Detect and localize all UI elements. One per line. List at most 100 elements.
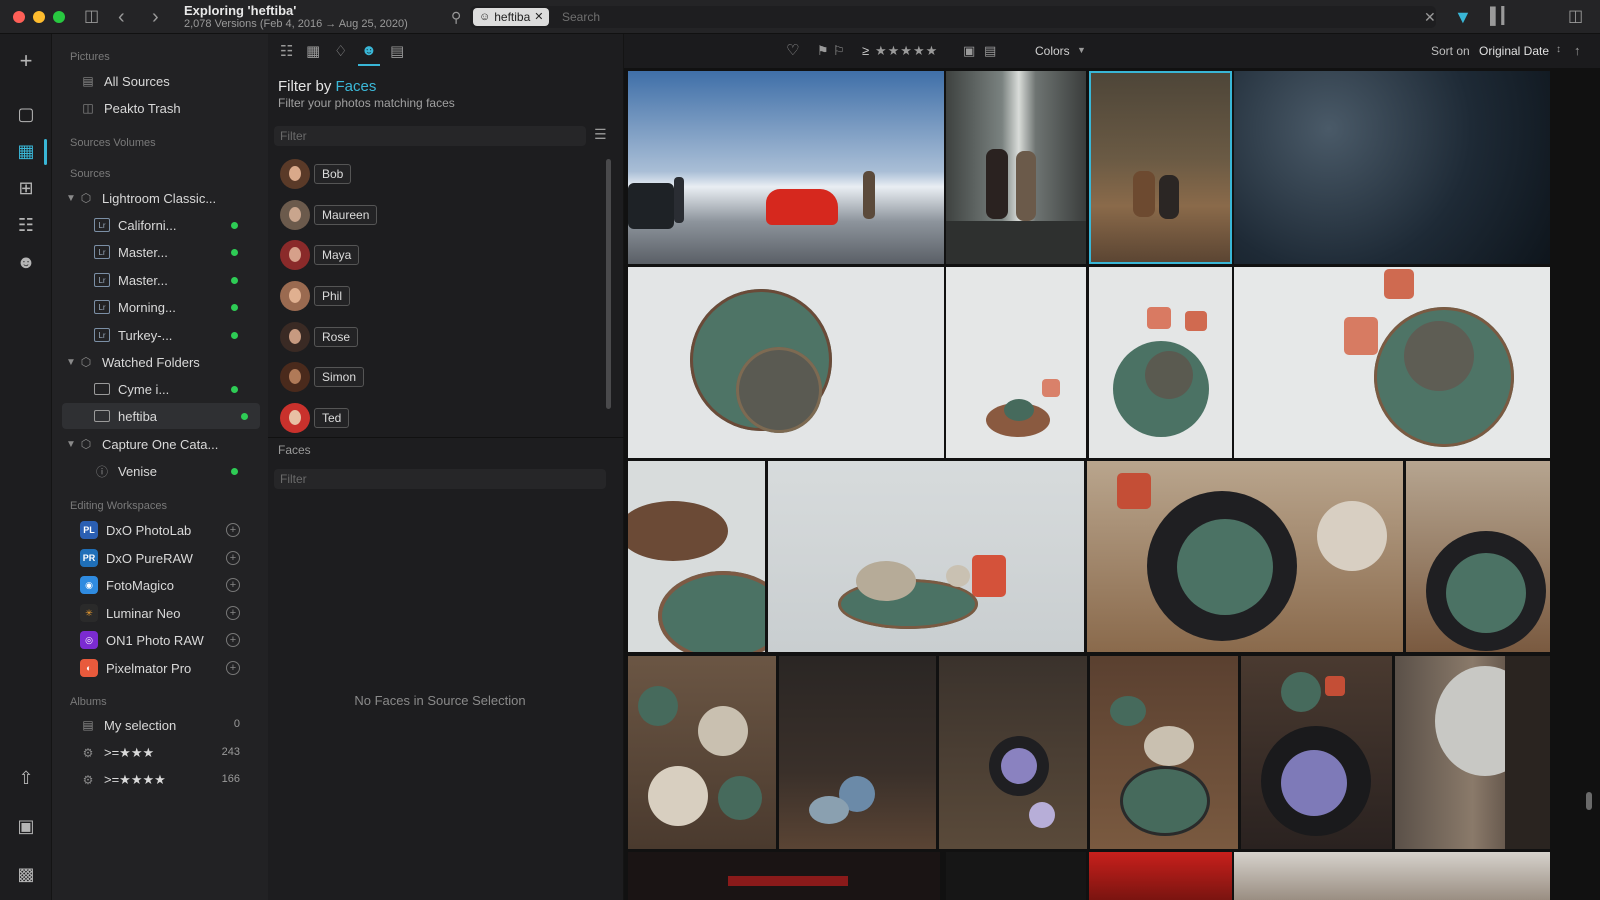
sidebar-item-morning[interactable]: Lr Morning...	[52, 294, 260, 320]
sidebar-item-cyme[interactable]: Cyme i...	[52, 376, 260, 402]
sidebar-toggle-icon[interactable]: ◫	[84, 8, 99, 26]
rating-operator[interactable]: ≥	[862, 43, 869, 58]
sidebar-item-californi[interactable]: Lr Californi...	[52, 212, 260, 238]
chevron-down-icon[interactable]: ▼	[66, 357, 78, 368]
single-view-icon[interactable]: ▢	[12, 100, 40, 128]
media-settings-icon[interactable]: ▩	[12, 860, 40, 888]
add-workspace-icon[interactable]: +	[226, 578, 240, 592]
map-icon[interactable]: ☷	[12, 211, 40, 239]
photo-thumbnail[interactable]	[1087, 461, 1403, 652]
sidebar-item-lightroom[interactable]: ▼ ⬡ Lightroom Classic...	[52, 185, 260, 211]
share-icon[interactable]: ⇧	[12, 764, 40, 792]
photo-thumbnail[interactable]	[628, 852, 940, 900]
close-window-button[interactable]	[13, 11, 25, 23]
face-item-maureen[interactable]: Maureen	[280, 200, 378, 230]
zoom-window-button[interactable]	[53, 11, 65, 23]
faces-list-scrollbar[interactable]	[606, 159, 611, 409]
forward-icon[interactable]: ›	[152, 7, 159, 27]
sort-direction-icon[interactable]: ↑	[1574, 43, 1581, 58]
photo-thumbnail[interactable]	[1234, 267, 1550, 458]
heart-icon[interactable]: ♡	[786, 41, 799, 59]
photo-thumbnail[interactable]	[946, 71, 1086, 264]
grid-view-icon[interactable]: ▦	[12, 137, 40, 165]
add-workspace-icon[interactable]: +	[226, 661, 240, 675]
text-search-icon[interactable]: ▤	[390, 42, 404, 60]
sidebar-item-trash[interactable]: ◫ Peakto Trash	[52, 95, 260, 121]
photo-thumbnail[interactable]	[628, 461, 765, 652]
sidebar-item-pixelmator-pro[interactable]: ◐ Pixelmator Pro +	[52, 655, 260, 681]
photo-thumbnail[interactable]	[768, 461, 1084, 652]
sidebar-item-heftiba[interactable]: heftiba	[62, 403, 260, 429]
sidebar-item-watched-folders[interactable]: ▼ ⬡ Watched Folders	[52, 349, 260, 375]
clear-search-icon[interactable]: ✕	[1424, 8, 1436, 26]
sidebar-item-venise[interactable]: ⓘ Venise	[52, 458, 260, 484]
inspector-toggle-icon[interactable]: ◫	[1568, 8, 1583, 26]
add-workspace-icon[interactable]: +	[226, 551, 240, 565]
colors-dropdown[interactable]: Colors	[1035, 44, 1070, 58]
photo-thumbnail[interactable]	[1406, 461, 1550, 652]
face-item-rose[interactable]: Rose	[280, 322, 359, 352]
video-icon[interactable]: ▣	[963, 43, 975, 59]
list-options-icon[interactable]: ☰	[594, 126, 607, 143]
reject-flag-icon[interactable]: ⚐	[833, 43, 845, 59]
chevron-down-icon[interactable]: ▼	[1077, 45, 1086, 55]
remove-token-icon[interactable]: ✕	[534, 8, 543, 26]
sidebar-item-all-sources[interactable]: ▤ All Sources	[52, 68, 260, 94]
add-workspace-icon[interactable]: +	[226, 606, 240, 620]
sidebar-item-dxo-photolab[interactable]: PL DxO PhotoLab +	[52, 517, 260, 543]
add-workspace-icon[interactable]: +	[226, 523, 240, 537]
sidebar-item-luminar-neo[interactable]: ✳ Luminar Neo +	[52, 600, 260, 626]
face-item-ted[interactable]: Ted	[280, 403, 350, 433]
add-icon[interactable]: +	[12, 47, 40, 75]
photo-thumbnail[interactable]	[1090, 656, 1238, 849]
faces-filter-icon[interactable]: ☻	[361, 42, 377, 59]
minimize-window-button[interactable]	[33, 11, 45, 23]
photo-thumbnail[interactable]	[1241, 656, 1392, 849]
search-input[interactable]	[560, 8, 1400, 26]
photo-thumbnail[interactable]	[1089, 852, 1232, 900]
photo-thumbnail[interactable]	[946, 852, 1086, 900]
face-item-simon[interactable]: Simon	[280, 362, 365, 392]
search-token[interactable]: ☺ heftiba ✕	[473, 8, 550, 26]
sidebar-item-4-stars[interactable]: ⚙ >=★★★★ 166	[52, 767, 260, 793]
sidebar-item-fotomagico[interactable]: ◉ FotoMagico +	[52, 572, 260, 598]
photo-thumbnail[interactable]	[628, 71, 944, 264]
photo-thumbnail-selected[interactable]	[1089, 71, 1232, 264]
photo-thumbnail[interactable]	[1089, 267, 1232, 458]
face-item-bob[interactable]: Bob	[280, 159, 352, 189]
flag-icon[interactable]: ⚑	[817, 43, 829, 59]
rating-stars-filter[interactable]: ★★★★★	[875, 43, 938, 59]
photo-thumbnail[interactable]	[939, 656, 1087, 849]
chevron-down-icon[interactable]: ▼	[66, 439, 78, 450]
hierarchy-icon[interactable]: ☷	[280, 42, 293, 60]
import-icon[interactable]: ⊞	[12, 174, 40, 202]
sidebar-item-my-selection[interactable]: ▤ My selection 0	[52, 712, 260, 738]
search-bar[interactable]: ☺ heftiba ✕	[470, 6, 1436, 28]
image-icon[interactable]: ▤	[984, 43, 996, 59]
photo-thumbnail[interactable]	[1395, 656, 1550, 849]
tag-icon[interactable]: ♢	[334, 42, 347, 60]
sort-chevron-icon[interactable]: ↕	[1556, 44, 1561, 55]
sidebar-item-master-1[interactable]: Lr Master...	[52, 239, 260, 265]
sidebar-item-turkey[interactable]: Lr Turkey-...	[52, 322, 260, 348]
sidebar-item-dxo-pureraw[interactable]: PR DxO PureRAW +	[52, 545, 260, 571]
media-add-icon[interactable]: ▣	[12, 812, 40, 840]
people-icon[interactable]: ☻	[12, 248, 40, 276]
add-workspace-icon[interactable]: +	[226, 633, 240, 647]
face-item-maya[interactable]: Maya	[280, 240, 360, 270]
face-item-phil[interactable]: Phil	[280, 281, 351, 311]
filter-icon[interactable]: ▼	[1454, 8, 1472, 26]
faces-secondary-filter-input[interactable]	[274, 469, 606, 489]
photo-thumbnail[interactable]	[779, 656, 936, 849]
photo-thumbnail[interactable]	[628, 267, 944, 458]
sidebar-item-capture-one[interactable]: ▼ ⬡ Capture One Cata...	[52, 431, 260, 457]
grid-scrollbar[interactable]	[1586, 792, 1592, 810]
sort-dropdown[interactable]: Original Date	[1479, 44, 1549, 58]
photo-thumbnail[interactable]	[1234, 852, 1550, 900]
sidebar-item-master-2[interactable]: Lr Master...	[52, 267, 260, 293]
faces-filter-input[interactable]	[274, 126, 586, 146]
chevron-down-icon[interactable]: ▼	[66, 193, 78, 204]
sidebar-item-3-stars[interactable]: ⚙ >=★★★ 243	[52, 740, 260, 766]
back-icon[interactable]: ‹	[118, 7, 125, 27]
sidebar-item-on1-photo-raw[interactable]: ◎ ON1 Photo RAW +	[52, 627, 260, 653]
